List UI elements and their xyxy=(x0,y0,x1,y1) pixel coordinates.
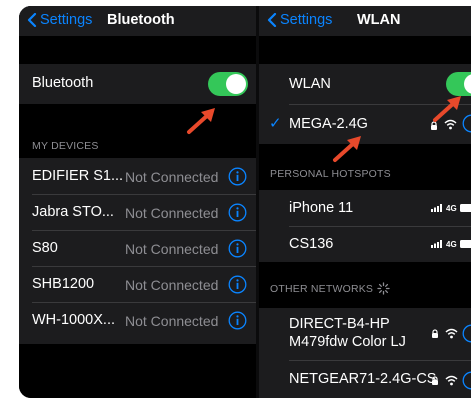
device-status: Not Connected xyxy=(125,313,219,329)
annotation-arrow xyxy=(333,136,361,162)
info-icon[interactable] xyxy=(228,203,247,222)
device-name: EDIFIER S1... xyxy=(32,168,124,184)
wlan-toggle-label: WLAN xyxy=(289,76,331,92)
lock-icon xyxy=(432,329,438,338)
bluetooth-navbar: Settings Bluetooth xyxy=(19,6,256,36)
info-icon[interactable] xyxy=(228,239,247,258)
list-item[interactable]: iPhone 11 4G xyxy=(259,190,471,226)
my-devices-header: MY DEVICES xyxy=(32,140,99,152)
list-item[interactable]: SHB1200 Not Connected xyxy=(19,267,256,302)
page-title: WLAN xyxy=(357,12,401,28)
network-name-line1: DIRECT-B4-HP xyxy=(289,316,390,332)
wlan-navbar: Settings WLAN xyxy=(259,6,471,36)
back-button-label: Settings xyxy=(40,12,93,28)
device-list: EDIFIER S1... Not Connected Jabra STO...… xyxy=(19,158,256,344)
other-networks-header-row: OTHER NETWORKS xyxy=(270,282,470,297)
chevron-left-icon xyxy=(27,13,37,27)
page-title: Bluetooth xyxy=(107,12,175,28)
list-item[interactable]: WH-1000X... Not Connected xyxy=(19,303,256,339)
connected-network-name: MEGA-2.4G xyxy=(289,116,368,132)
other-networks-header: OTHER NETWORKS xyxy=(270,283,374,295)
list-item[interactable]: NETGEAR71-2.4G-CS xyxy=(259,361,471,398)
battery-icon xyxy=(460,204,471,212)
hotspot-list: iPhone 11 4G CS136 4G xyxy=(259,190,471,262)
spinner-icon xyxy=(377,282,390,295)
device-status: Not Connected xyxy=(125,205,219,221)
list-item[interactable]: Jabra STO... Not Connected xyxy=(19,195,256,230)
device-name: Jabra STO... xyxy=(32,204,114,220)
list-item[interactable]: CS136 4G xyxy=(259,227,471,262)
annotation-arrow xyxy=(187,108,215,134)
wlan-pane: Settings WLAN WLAN ✓ MEGA-2.4G PERSONAL … xyxy=(259,6,471,398)
network-name-line1: NETGEAR71-2.4G-CS xyxy=(289,371,437,387)
hotspot-name: iPhone 11 xyxy=(289,200,354,216)
list-item[interactable]: S80 Not Connected xyxy=(19,231,256,266)
cellular-signal-icon xyxy=(431,204,442,212)
info-icon[interactable] xyxy=(228,275,247,294)
other-networks-list: DIRECT-B4-HP M479fdw Color LJ NETGEAR71-… xyxy=(259,308,471,398)
wifi-icon xyxy=(445,375,458,386)
device-name: S80 xyxy=(32,240,58,256)
toggle-knob xyxy=(226,74,246,94)
personal-hotspots-header: PERSONAL HOTSPOTS xyxy=(270,168,391,180)
info-icon[interactable] xyxy=(228,167,247,186)
back-button-label: Settings xyxy=(280,12,333,28)
signal-type: 4G xyxy=(446,240,457,249)
device-name: SHB1200 xyxy=(32,276,95,292)
lock-icon xyxy=(432,376,438,385)
bluetooth-toggle[interactable] xyxy=(208,72,248,96)
checkmark-icon: ✓ xyxy=(269,115,282,132)
back-button[interactable]: Settings xyxy=(27,12,92,28)
wifi-icon xyxy=(445,328,458,339)
cellular-signal-icon xyxy=(431,240,442,248)
device-status: Not Connected xyxy=(125,169,219,185)
info-icon[interactable] xyxy=(228,311,247,330)
toggle-knob xyxy=(464,74,471,94)
signal-type: 4G xyxy=(446,204,457,213)
device-name: WH-1000X... xyxy=(32,312,115,328)
device-status: Not Connected xyxy=(125,241,219,257)
device-status: Not Connected xyxy=(125,277,219,293)
wlan-toggle[interactable] xyxy=(446,72,471,96)
bluetooth-toggle-label: Bluetooth xyxy=(32,75,94,91)
hotspot-name: CS136 xyxy=(289,236,334,252)
annotation-arrow xyxy=(433,96,461,122)
bluetooth-toggle-row: Bluetooth xyxy=(19,64,256,104)
back-button[interactable]: Settings xyxy=(267,12,332,28)
network-name-line2: M479fdw Color LJ xyxy=(289,334,406,350)
list-item[interactable]: EDIFIER S1... Not Connected xyxy=(19,158,256,194)
list-item[interactable]: DIRECT-B4-HP M479fdw Color LJ xyxy=(259,308,471,360)
info-icon[interactable] xyxy=(462,324,471,343)
screenshot-frame: Settings Bluetooth Bluetooth MY DEVICES … xyxy=(19,6,471,398)
info-icon[interactable] xyxy=(462,371,471,390)
battery-icon xyxy=(460,240,471,248)
chevron-left-icon xyxy=(267,13,277,27)
bluetooth-pane: Settings Bluetooth Bluetooth MY DEVICES … xyxy=(19,6,256,398)
